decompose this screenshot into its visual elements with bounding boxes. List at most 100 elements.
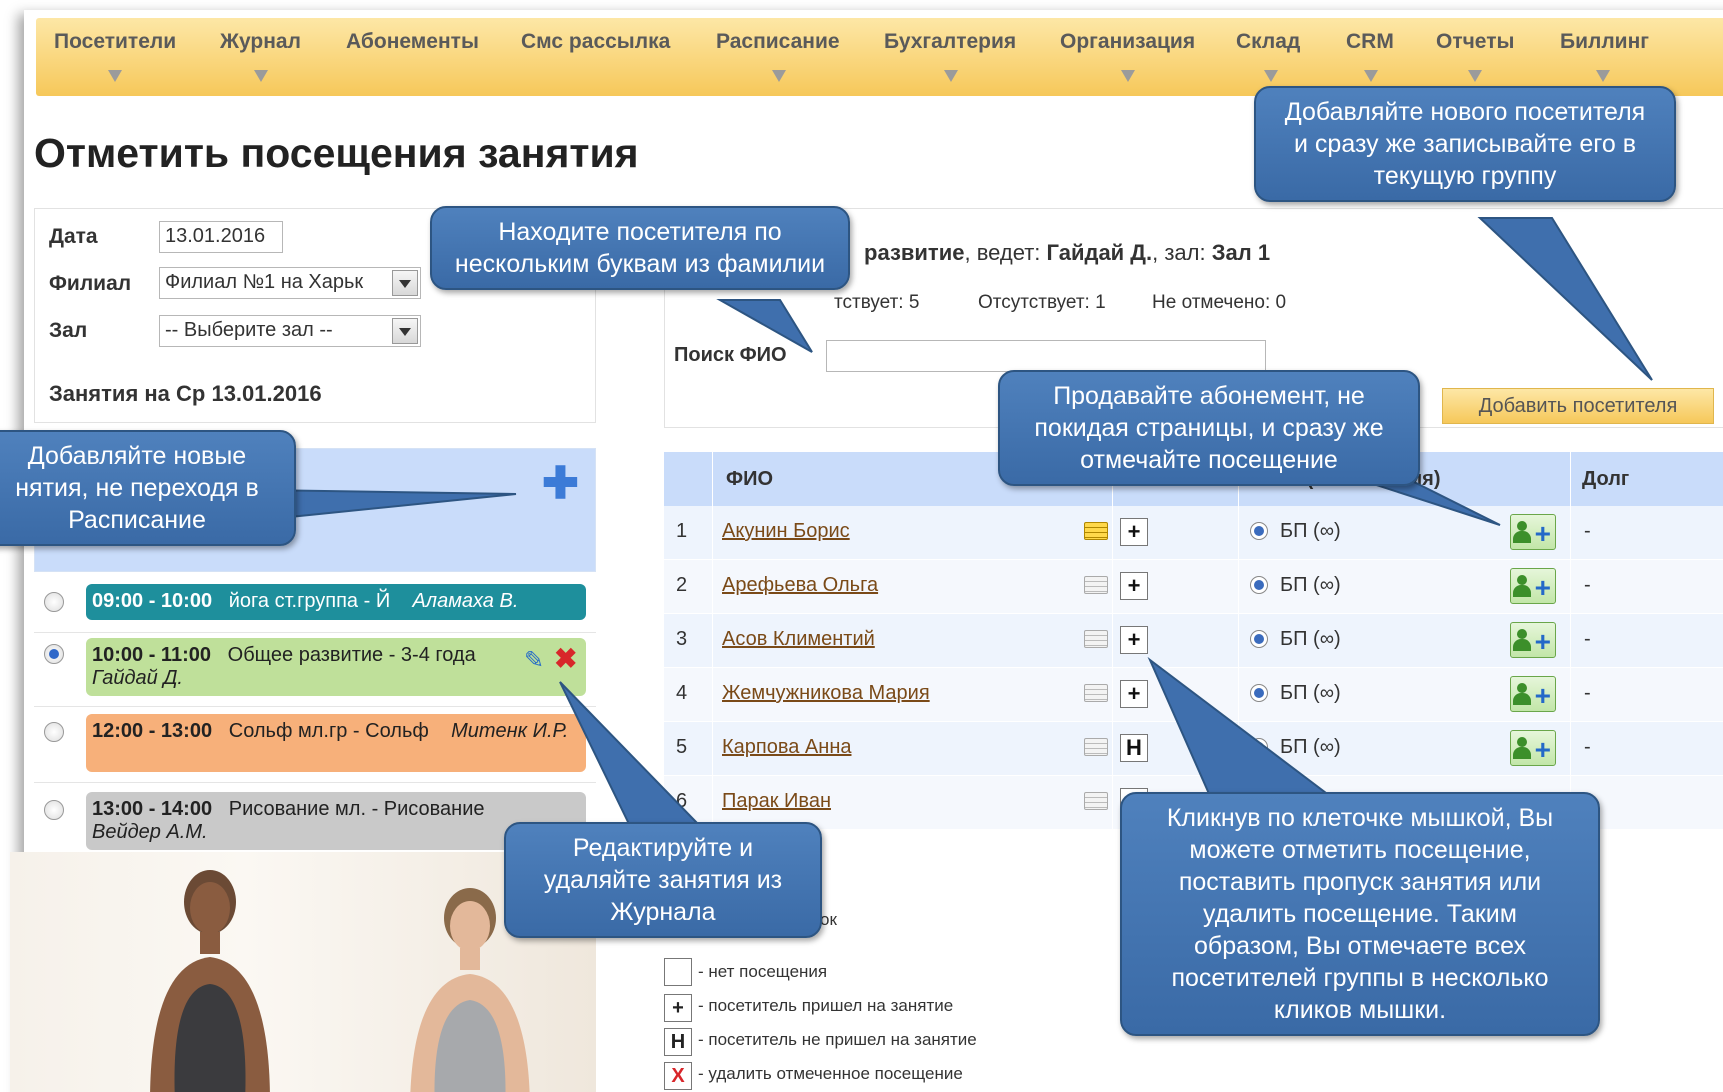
visitor-name-link[interactable]: Асов Климентий bbox=[722, 628, 875, 651]
add-user-icon[interactable]: + bbox=[1510, 622, 1556, 658]
table-row: 5 Карпова Анна Н БП (∞) + - bbox=[664, 722, 1723, 776]
hall-select[interactable]: -- Выберите зал -- bbox=[159, 315, 421, 347]
hall-prefix: , зал: bbox=[1152, 240, 1212, 265]
person-figure bbox=[150, 870, 270, 1092]
note-icon[interactable] bbox=[1084, 738, 1108, 756]
chevron-down-icon[interactable] bbox=[392, 318, 418, 344]
attendance-cell[interactable]: + bbox=[1120, 518, 1148, 546]
nav-subscriptions[interactable]: Абонементы bbox=[346, 30, 479, 54]
plus-icon[interactable]: ✚ bbox=[542, 462, 579, 506]
note-icon[interactable] bbox=[1084, 576, 1108, 594]
callout-add-lessons: Добавляйте новые нятия, не переходя в Ра… bbox=[0, 430, 296, 546]
visitor-name-link[interactable]: Акунин Борис bbox=[722, 520, 850, 543]
add-visitor-button[interactable]: Добавить посетителя bbox=[1442, 388, 1714, 424]
row-number: 6 bbox=[676, 790, 688, 812]
table-row: 3 Асов Климентий + БП (∞) + - bbox=[664, 614, 1723, 668]
callout-line: Редактируйте и bbox=[572, 834, 754, 862]
branch-select[interactable]: Филиал №1 на Харьк bbox=[159, 267, 421, 299]
nav-crm[interactable]: CRM bbox=[1346, 30, 1394, 54]
add-user-icon[interactable]: + bbox=[1510, 568, 1556, 604]
add-user-icon[interactable]: + bbox=[1510, 514, 1556, 550]
subscription-label: БП (∞) bbox=[1280, 736, 1341, 758]
nav-visitors[interactable]: Посетители bbox=[54, 30, 176, 54]
lesson-time: 13:00 - 14:00 bbox=[92, 798, 213, 820]
search-label: Поиск ФИО bbox=[674, 344, 787, 366]
lesson-radio[interactable] bbox=[44, 800, 64, 820]
visitor-name-link[interactable]: Арефьева Ольга bbox=[722, 574, 878, 597]
subscription-radio[interactable] bbox=[1250, 576, 1268, 594]
nav-organization[interactable]: Организация bbox=[1060, 30, 1195, 54]
subscription-radio[interactable] bbox=[1250, 684, 1268, 702]
chevron-down-icon[interactable] bbox=[1264, 70, 1278, 82]
lesson-summary: развитие, ведет: Гайдай Д., зал: Зал 1 bbox=[864, 240, 1270, 266]
nav-journal[interactable]: Журнал bbox=[220, 30, 301, 54]
nav-sms[interactable]: Смс рассылка bbox=[521, 30, 670, 54]
debt-value: - bbox=[1584, 628, 1591, 650]
chevron-down-icon[interactable] bbox=[1596, 70, 1610, 82]
nav-billing[interactable]: Биллинг bbox=[1560, 30, 1649, 54]
subscription-radio[interactable] bbox=[1250, 522, 1268, 540]
callout-line: Кликнув по клеточке мышкой, Вы bbox=[1166, 804, 1554, 832]
lesson-radio[interactable] bbox=[44, 592, 64, 612]
note-icon[interactable] bbox=[1084, 630, 1108, 648]
lesson-title: Общее развитие - 3-4 года bbox=[227, 644, 476, 666]
chevron-down-icon[interactable] bbox=[254, 70, 268, 82]
lesson-radio-selected[interactable] bbox=[44, 644, 64, 664]
divider bbox=[34, 782, 596, 783]
lesson-teacher: Митенк И.Р. bbox=[451, 720, 569, 742]
lesson-item-selected[interactable]: 10:00 - 11:00 Общее развитие - 3-4 года … bbox=[86, 638, 586, 696]
divider bbox=[712, 452, 713, 832]
debt-value: - bbox=[1584, 574, 1591, 596]
lesson-hall: Зал 1 bbox=[1211, 240, 1271, 265]
delete-x-icon[interactable]: ✖ bbox=[554, 642, 577, 675]
nav-warehouse[interactable]: Склад bbox=[1236, 30, 1300, 54]
callout-line: образом, Вы отмечаете всех bbox=[1194, 932, 1526, 960]
visitor-name-link[interactable]: Парак Иван bbox=[722, 790, 831, 813]
attendance-cell[interactable]: + bbox=[1120, 626, 1148, 654]
branch-select-value: Филиал №1 на Харьк bbox=[165, 271, 364, 293]
visitor-name-link[interactable]: Карпова Анна bbox=[722, 736, 851, 759]
lesson-item[interactable]: 12:00 - 13:00 Сольф мл.гр - Сольф Митенк… bbox=[86, 714, 586, 772]
date-label: Дата bbox=[49, 225, 98, 248]
add-user-icon[interactable]: + bbox=[1510, 730, 1556, 766]
chevron-down-icon[interactable] bbox=[392, 270, 418, 296]
note-icon[interactable] bbox=[1084, 792, 1108, 810]
note-icon[interactable] bbox=[1084, 522, 1108, 540]
callout-line: покидая страницы, и сразу же bbox=[1034, 414, 1384, 442]
attendance-cell[interactable]: + bbox=[1120, 572, 1148, 600]
table-row: 2 Арефьева Ольга + БП (∞) + - bbox=[664, 560, 1723, 614]
nav-accounting[interactable]: Бухгалтерия bbox=[884, 30, 1016, 54]
lesson-teacher-name: Гайдай Д. bbox=[1046, 240, 1153, 265]
callout-search: Находите посетителя по нескольким буквам… bbox=[430, 206, 850, 290]
subscription-label: БП (∞) bbox=[1280, 520, 1341, 542]
lesson-item[interactable]: 09:00 - 10:00 йога ст.группа - Й Аламаха… bbox=[86, 584, 586, 620]
legend-text: - удалить отмеченное посещение bbox=[698, 1064, 963, 1083]
attendance-cell[interactable]: + bbox=[1120, 680, 1148, 708]
chevron-down-icon[interactable] bbox=[772, 70, 786, 82]
note-icon[interactable] bbox=[1084, 684, 1108, 702]
callout-line: нескольким буквам из фамилии bbox=[454, 250, 826, 278]
chevron-down-icon[interactable] bbox=[1364, 70, 1378, 82]
lesson-radio[interactable] bbox=[44, 722, 64, 742]
debt-value: - bbox=[1584, 682, 1591, 704]
attendance-cell[interactable]: Н bbox=[1120, 734, 1148, 762]
branch-label: Филиал bbox=[49, 272, 132, 295]
subscription-radio[interactable] bbox=[1250, 630, 1268, 648]
chevron-down-icon[interactable] bbox=[944, 70, 958, 82]
legend-delete-box: X bbox=[664, 1062, 692, 1090]
debt-value: - bbox=[1584, 520, 1591, 542]
lesson-teacher: Вейдер А.М. bbox=[92, 821, 208, 843]
add-user-icon[interactable]: + bbox=[1510, 676, 1556, 712]
pencil-icon[interactable]: ✎ bbox=[524, 646, 544, 675]
visitor-name-link[interactable]: Жемчужникова Мария bbox=[722, 682, 930, 705]
nav-reports[interactable]: Отчеты bbox=[1436, 30, 1514, 54]
chevron-down-icon[interactable] bbox=[108, 70, 122, 82]
callout-line: Продавайте абонемент, не bbox=[1053, 382, 1365, 410]
chevron-down-icon[interactable] bbox=[1121, 70, 1135, 82]
search-input[interactable] bbox=[826, 340, 1266, 372]
subscription-radio[interactable] bbox=[1250, 738, 1268, 756]
date-field[interactable]: 13.01.2016 bbox=[159, 221, 283, 253]
chevron-down-icon[interactable] bbox=[1468, 70, 1482, 82]
row-number: 2 bbox=[676, 574, 688, 596]
nav-schedule[interactable]: Расписание bbox=[716, 30, 840, 54]
